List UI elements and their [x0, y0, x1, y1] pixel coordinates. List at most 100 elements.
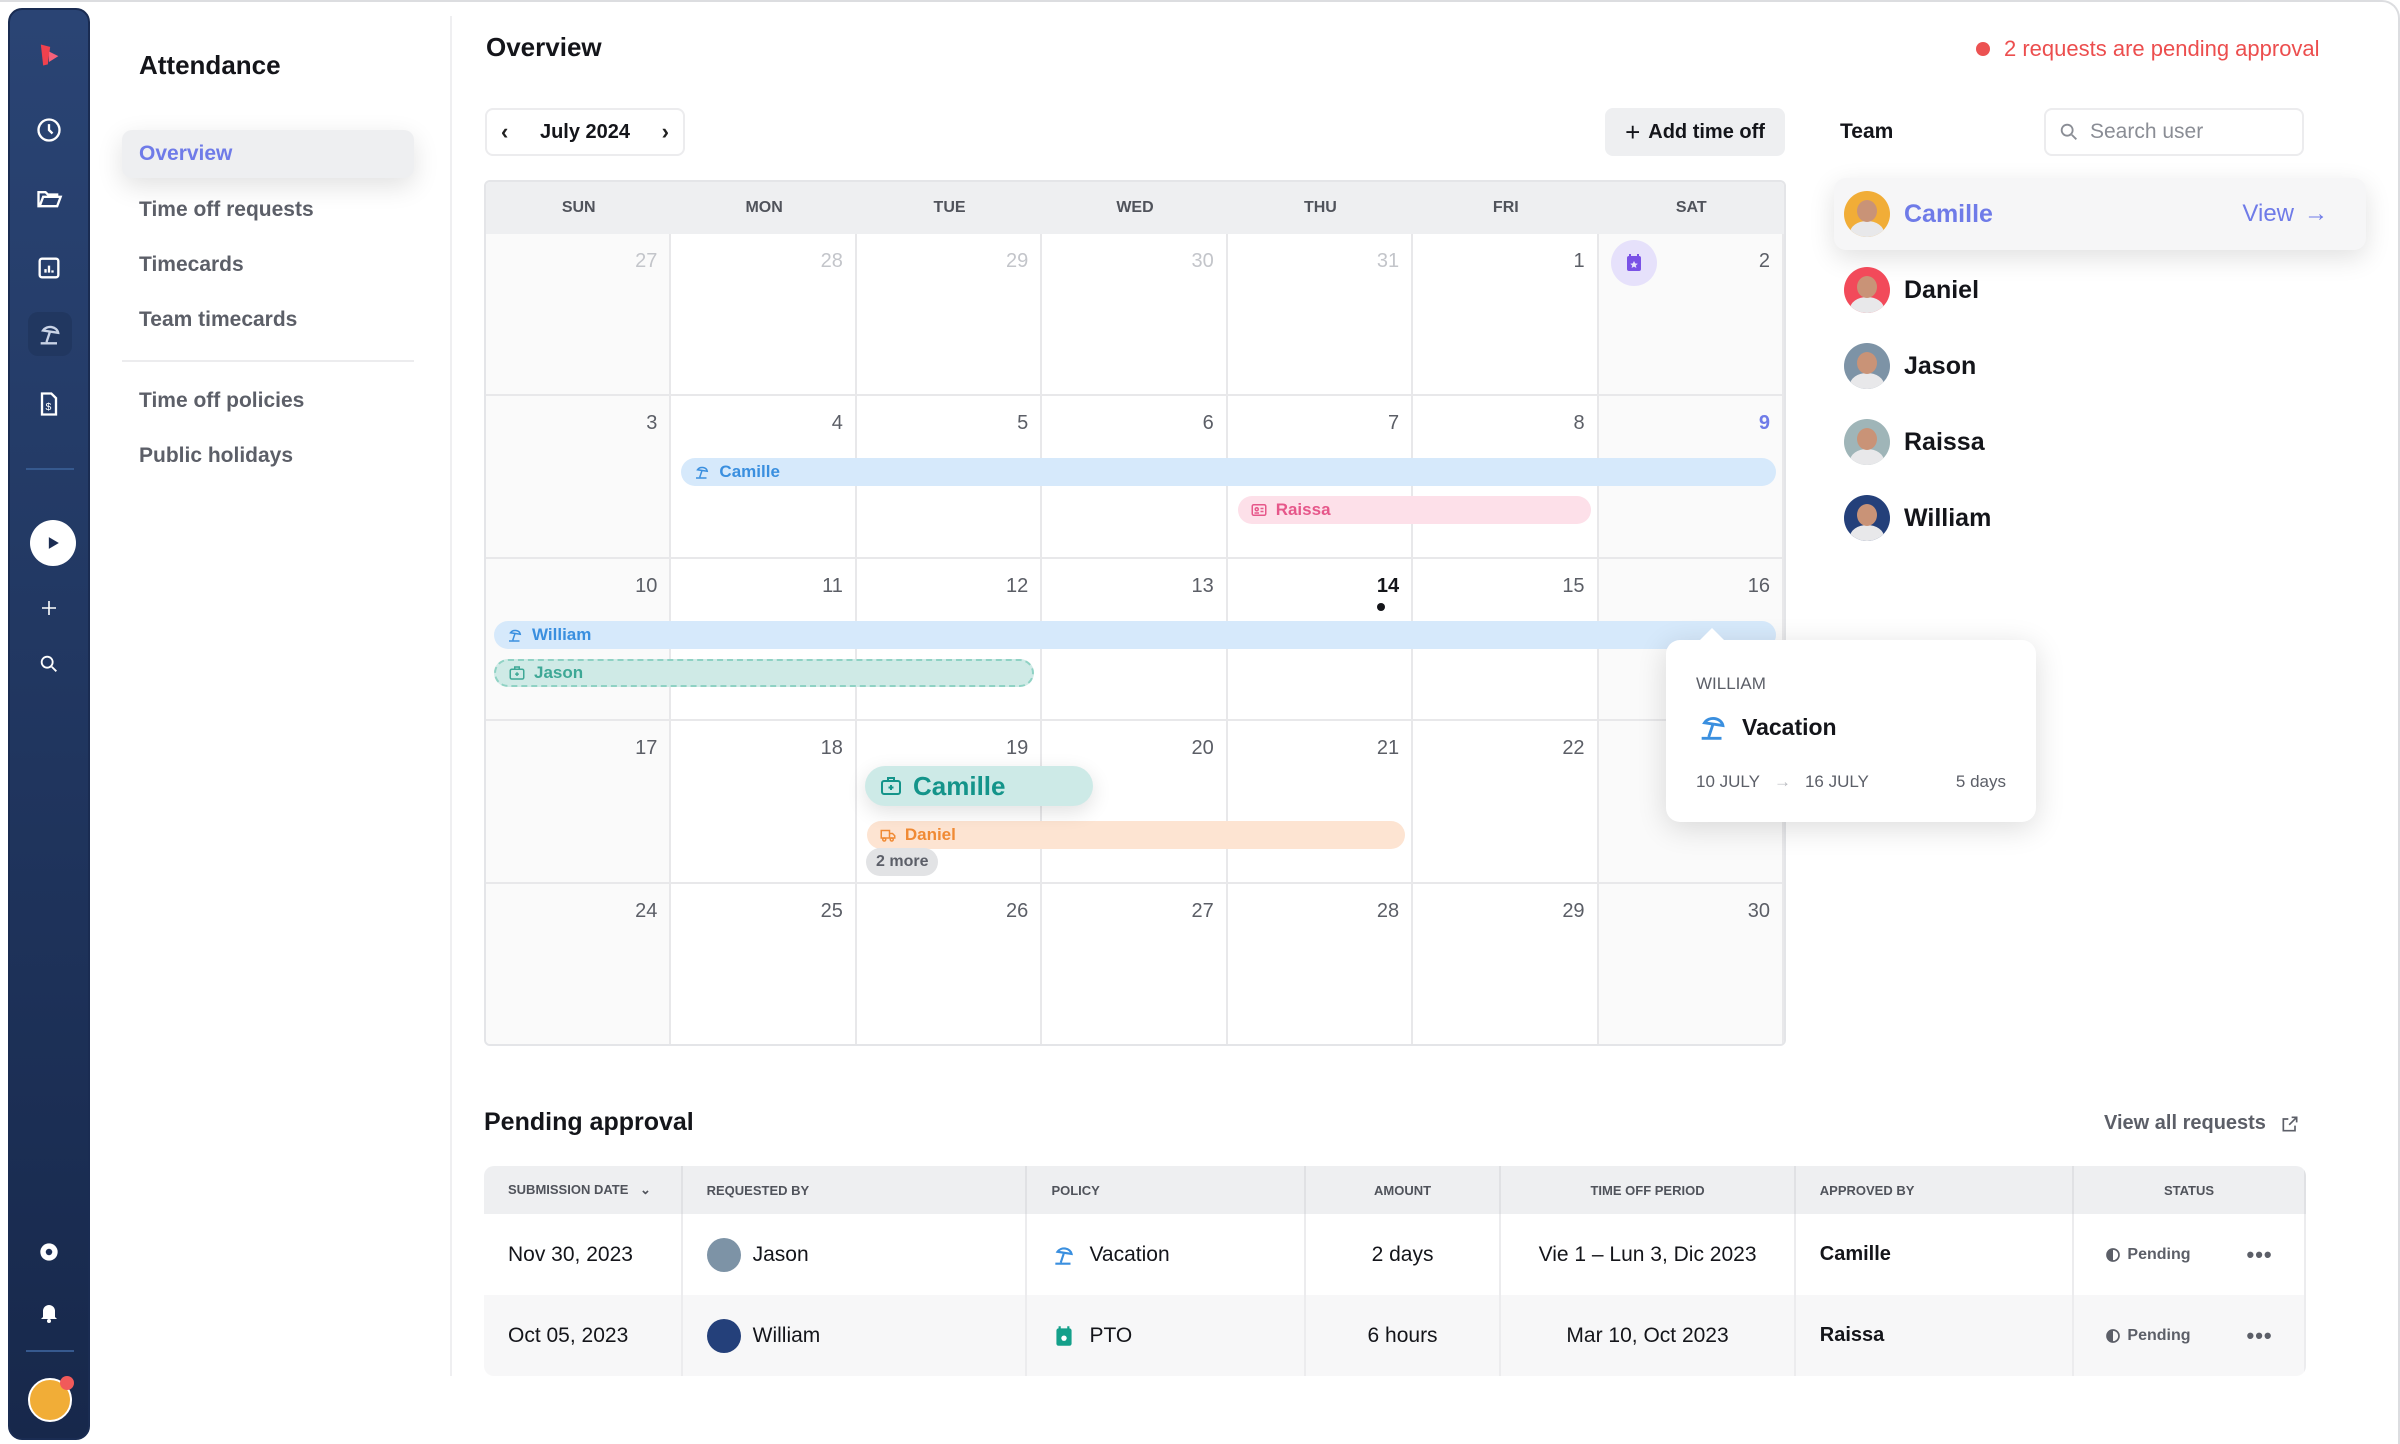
event-bar-camille[interactable]: Camille — [681, 458, 1776, 487]
play-icon[interactable] — [30, 520, 76, 566]
day-cell[interactable]: 30 — [1042, 234, 1228, 397]
chevron-down-icon: ⌄ — [636, 1182, 651, 1197]
column-header: REQUESTED BY — [681, 1166, 1028, 1214]
day-number: 30 — [1747, 899, 1770, 922]
prev-month-button[interactable]: ‹ — [501, 119, 508, 145]
weekday-wed: WED — [1116, 199, 1154, 216]
team-member-jason[interactable]: Jason — [1834, 330, 2366, 402]
day-number: 1 — [1573, 250, 1585, 272]
column-label: AMOUNT — [1374, 1182, 1432, 1198]
status: Pending ••• — [2074, 1242, 2304, 1268]
column-header[interactable]: SUBMISSION DATE ⌄ — [484, 1166, 683, 1214]
day-number: 17 — [635, 737, 658, 760]
logo-icon[interactable] — [10, 32, 88, 78]
avatar — [1844, 495, 1890, 541]
beach-umbrella-icon[interactable] — [28, 312, 72, 356]
more-options-icon[interactable]: ••• — [2247, 1242, 2273, 1268]
folder-icon[interactable] — [10, 176, 88, 220]
approver: Raissa — [1794, 1295, 2075, 1376]
search-icon[interactable] — [10, 644, 88, 684]
day-cell[interactable]: 31 — [1227, 234, 1414, 397]
event-name: Camille — [719, 462, 780, 482]
event-name: William — [532, 624, 592, 644]
team-member-camille[interactable]: Camille View → — [1834, 178, 2366, 250]
popover-to: 16 JULY — [1804, 772, 1869, 791]
amount: 6 hours — [1304, 1295, 1502, 1376]
more-options-icon[interactable]: ••• — [2247, 1323, 2273, 1349]
day-cell[interactable]: 28 — [671, 234, 857, 397]
team-member-daniel[interactable]: Daniel — [1834, 254, 2366, 326]
arrow-right-icon: → — [1773, 772, 1791, 791]
column-label: TIME OFF PERIOD — [1590, 1182, 1705, 1198]
bell-icon[interactable] — [10, 1292, 88, 1332]
table-row[interactable]: Oct 05, 2023 William PTO 6 hours Mar 10, Oct… — [484, 1295, 2306, 1376]
day-cell[interactable]: 22 — [1413, 721, 1599, 884]
status: Pending ••• — [2074, 1323, 2304, 1349]
event-bar-william[interactable]: William — [494, 620, 1776, 649]
day-cell[interactable]: 24 — [486, 883, 672, 1044]
status-label: Pending — [2127, 1245, 2191, 1263]
medical-bag-icon — [508, 664, 526, 682]
day-cell[interactable]: 18 — [671, 721, 857, 884]
event-name: Jason — [534, 662, 584, 682]
dragging-event-camille[interactable]: Camille — [865, 766, 1093, 806]
day-cell[interactable]: 29 — [856, 234, 1043, 397]
requester: Jason — [706, 1237, 1026, 1272]
day-cell[interactable]: 25 — [671, 883, 857, 1044]
policy-cell: PTO — [1026, 1295, 1306, 1376]
member-name: Daniel — [1904, 275, 1980, 304]
nav-item-public-holidays[interactable]: Public holidays — [122, 432, 414, 480]
nav-item-time-off-policies[interactable]: Time off policies — [122, 377, 414, 425]
popover-range: 10 JULY → 16 JULY — [1696, 772, 1869, 792]
day-cell[interactable]: 27 — [486, 234, 672, 397]
add-time-off-button[interactable]: + Add time off — [1605, 108, 1785, 156]
avatar — [1844, 419, 1890, 465]
day-number: 31 — [1376, 250, 1400, 272]
view-label: View — [2242, 200, 2294, 227]
day-cell[interactable]: 27 — [1042, 883, 1228, 1044]
weekday-mon: MON — [745, 199, 783, 216]
day-cell[interactable]: 3 — [486, 396, 672, 559]
day-cell[interactable]: 30 — [1598, 883, 1784, 1044]
nav-item-team-timecards[interactable]: Team timecards — [122, 296, 414, 344]
table-row[interactable]: Nov 30, 2023 Jason Vacation 2 days Vie 1 – L… — [484, 1214, 2306, 1295]
search-user-field[interactable]: Search user — [2044, 108, 2304, 156]
day-number: 10 — [635, 574, 658, 597]
nav-item-timecards[interactable]: Timecards — [122, 241, 414, 289]
next-month-button[interactable]: › — [662, 119, 669, 145]
day-cell[interactable]: 1 — [1413, 234, 1599, 397]
pending-alert[interactable]: 2 requests are pending approval — [1976, 36, 2320, 62]
avatar — [1844, 267, 1890, 313]
holiday-marker[interactable] — [1611, 240, 1657, 286]
view-all-requests-link[interactable]: View all requests — [2104, 1112, 2300, 1135]
more-events-chip[interactable]: 2 more — [866, 848, 939, 876]
column-header: POLICY — [1026, 1166, 1306, 1214]
column-label: STATUS — [2163, 1182, 2215, 1198]
day-cell[interactable]: 17 — [486, 721, 672, 884]
event-bar-daniel[interactable]: Daniel — [866, 821, 1406, 850]
nav-item-overview[interactable]: Overview — [122, 130, 414, 178]
alert-text: 2 requests are pending approval — [2004, 36, 2320, 61]
event-bar-raissa[interactable]: Raissa — [1237, 496, 1591, 525]
event-bar-jason[interactable]: Jason — [494, 658, 1035, 687]
clock-icon[interactable] — [10, 108, 88, 152]
team-member-raissa[interactable]: Raissa — [1834, 406, 2366, 478]
nav-item-time-off-requests[interactable]: Time off requests — [122, 186, 414, 234]
plus-icon[interactable] — [10, 588, 88, 628]
beach-umbrella-icon — [506, 626, 524, 644]
day-cell[interactable]: 28 — [1227, 883, 1414, 1044]
rail-divider — [26, 1350, 74, 1352]
day-cell[interactable]: 21 — [1227, 721, 1414, 884]
plus-icon: + — [1625, 116, 1641, 147]
day-cell[interactable]: 29 — [1413, 883, 1599, 1044]
popover-type: Vacation — [1696, 710, 1837, 744]
user-avatar[interactable] — [28, 1376, 74, 1422]
invoice-icon[interactable]: $ — [10, 382, 88, 426]
page-title: Overview — [486, 32, 602, 62]
gear-icon[interactable] — [10, 1232, 88, 1272]
chart-icon[interactable] — [10, 246, 88, 290]
view-member-button[interactable]: View → — [2242, 200, 2328, 228]
calendar-star-icon — [1051, 1323, 1077, 1349]
day-cell[interactable]: 26 — [856, 883, 1043, 1044]
team-member-william[interactable]: William — [1834, 482, 2366, 554]
